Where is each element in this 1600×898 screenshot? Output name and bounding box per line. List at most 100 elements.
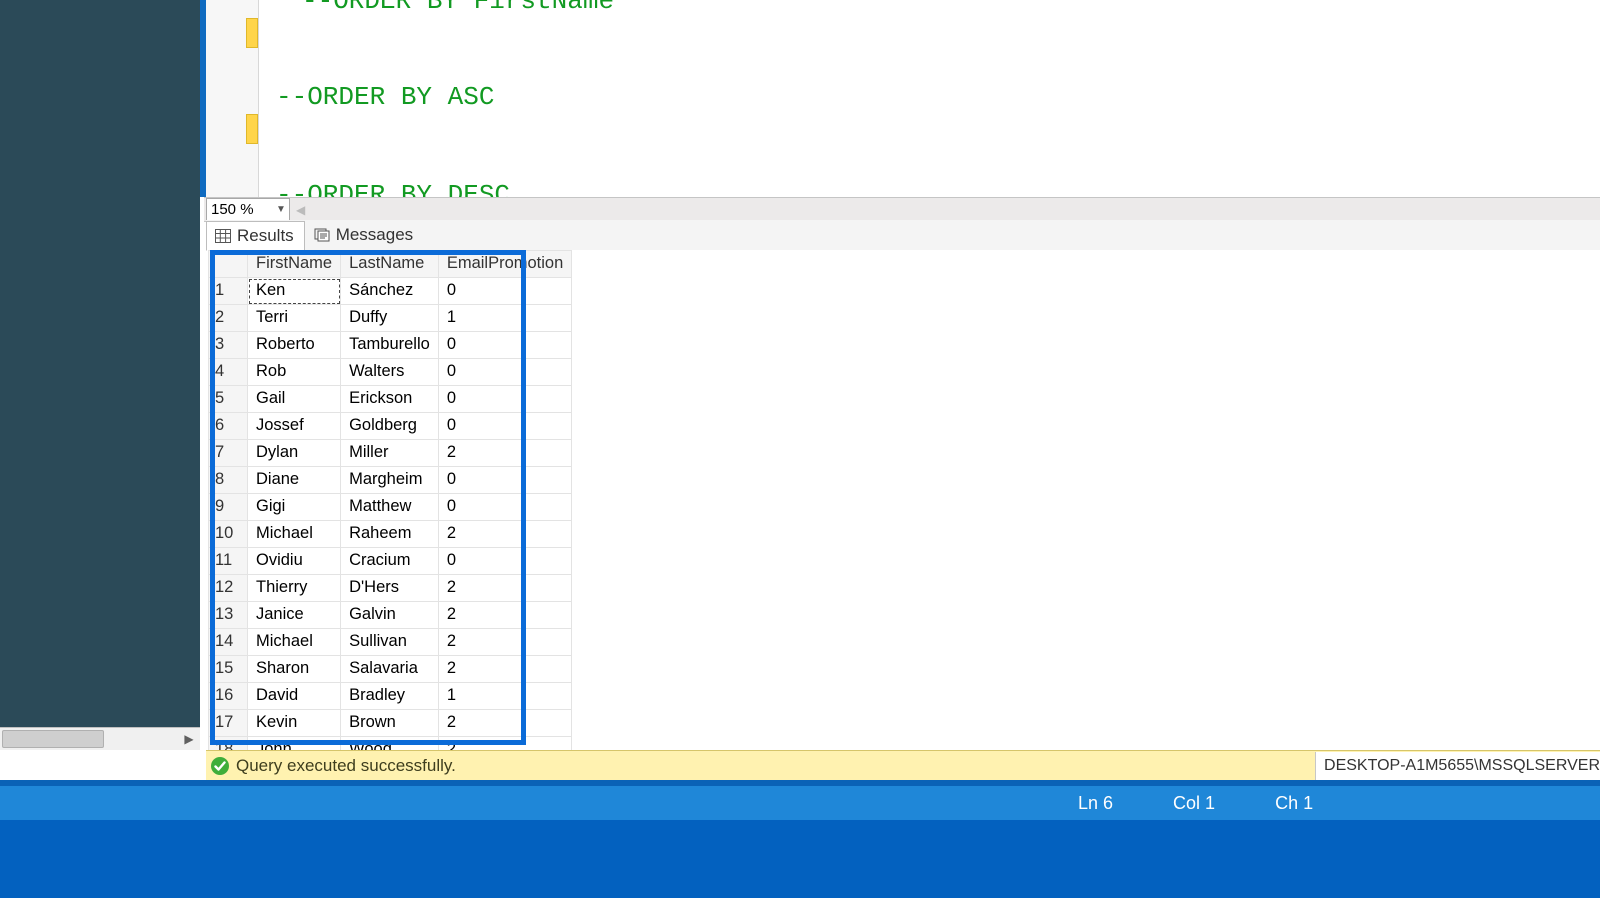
row-number-cell[interactable]: 11: [209, 548, 248, 575]
cell-firstname[interactable]: Gail: [248, 386, 341, 413]
cell-emailpromotion[interactable]: 1: [438, 305, 571, 332]
column-header-firstname[interactable]: FirstName: [248, 251, 341, 278]
table-row[interactable]: 8DianeMargheim0: [209, 467, 572, 494]
explorer-hscroll-right[interactable]: ▶: [180, 730, 198, 748]
row-number-cell[interactable]: 10: [209, 521, 248, 548]
cell-firstname[interactable]: Rob: [248, 359, 341, 386]
cell-firstname[interactable]: Roberto: [248, 332, 341, 359]
cell-emailpromotion[interactable]: 2: [438, 629, 571, 656]
table-row[interactable]: 13JaniceGalvin2: [209, 602, 572, 629]
cell-lastname[interactable]: Sullivan: [341, 629, 439, 656]
row-number-cell[interactable]: 2: [209, 305, 248, 332]
table-row[interactable]: 7DylanMiller2: [209, 440, 572, 467]
row-number-cell[interactable]: 5: [209, 386, 248, 413]
cell-lastname[interactable]: Salavaria: [341, 656, 439, 683]
column-header-lastname[interactable]: LastName: [341, 251, 439, 278]
cell-firstname[interactable]: Sharon: [248, 656, 341, 683]
cell-firstname[interactable]: Michael: [248, 521, 341, 548]
row-number-cell[interactable]: 15: [209, 656, 248, 683]
row-number-cell[interactable]: 7: [209, 440, 248, 467]
editor-text-area[interactable]: --ORDER BY FirstName --ORDER BY ASC --OR…: [276, 0, 1600, 170]
row-number-cell[interactable]: 13: [209, 602, 248, 629]
cell-lastname[interactable]: Raheem: [341, 521, 439, 548]
zoom-select[interactable]: 150 % ▼: [206, 198, 290, 221]
table-row[interactable]: 5GailErickson0: [209, 386, 572, 413]
table-row[interactable]: 1KenSánchez0: [209, 278, 572, 305]
cell-emailpromotion[interactable]: 0: [438, 278, 571, 305]
cell-firstname[interactable]: Jossef: [248, 413, 341, 440]
cell-emailpromotion[interactable]: 2: [438, 440, 571, 467]
row-number-cell[interactable]: 4: [209, 359, 248, 386]
sql-editor[interactable]: --ORDER BY FirstName --ORDER BY ASC --OR…: [200, 0, 1600, 197]
editor-line[interactable]: --ORDER BY FirstName: [302, 0, 614, 18]
cell-emailpromotion[interactable]: 0: [438, 359, 571, 386]
cell-lastname[interactable]: Bradley: [341, 683, 439, 710]
cell-lastname[interactable]: Erickson: [341, 386, 439, 413]
cell-firstname[interactable]: Michael: [248, 629, 341, 656]
cell-emailpromotion[interactable]: 0: [438, 413, 571, 440]
row-number-cell[interactable]: 16: [209, 683, 248, 710]
table-row[interactable]: 10MichaelRaheem2: [209, 521, 572, 548]
cell-lastname[interactable]: D'Hers: [341, 575, 439, 602]
cell-lastname[interactable]: Miller: [341, 440, 439, 467]
row-number-header[interactable]: [209, 251, 248, 278]
cell-emailpromotion[interactable]: 0: [438, 494, 571, 521]
cell-lastname[interactable]: Margheim: [341, 467, 439, 494]
row-number-cell[interactable]: 3: [209, 332, 248, 359]
row-number-cell[interactable]: 1: [209, 278, 248, 305]
cell-emailpromotion[interactable]: 2: [438, 602, 571, 629]
cell-firstname[interactable]: Ken: [248, 278, 341, 305]
cell-firstname[interactable]: Gigi: [248, 494, 341, 521]
cell-emailpromotion[interactable]: 2: [438, 710, 571, 737]
table-row[interactable]: 14MichaelSullivan2: [209, 629, 572, 656]
cell-firstname[interactable]: Kevin: [248, 710, 341, 737]
explorer-hscroll[interactable]: ▶: [0, 727, 200, 750]
explorer-hscroll-thumb[interactable]: [2, 730, 104, 748]
table-row[interactable]: 12ThierryD'Hers2: [209, 575, 572, 602]
tab-results[interactable]: Results: [206, 221, 305, 251]
row-number-cell[interactable]: 6: [209, 413, 248, 440]
cell-emailpromotion[interactable]: 0: [438, 332, 571, 359]
row-number-cell[interactable]: 14: [209, 629, 248, 656]
cell-firstname[interactable]: Ovidiu: [248, 548, 341, 575]
cell-lastname[interactable]: Galvin: [341, 602, 439, 629]
cell-lastname[interactable]: Tamburello: [341, 332, 439, 359]
cell-firstname[interactable]: Thierry: [248, 575, 341, 602]
table-row[interactable]: 16DavidBradley1: [209, 683, 572, 710]
cell-emailpromotion[interactable]: 2: [438, 656, 571, 683]
cell-lastname[interactable]: Walters: [341, 359, 439, 386]
column-header-emailpromotion[interactable]: EmailPromotion: [438, 251, 571, 278]
tab-messages[interactable]: Messages: [305, 220, 424, 250]
table-row[interactable]: 6JossefGoldberg0: [209, 413, 572, 440]
row-number-cell[interactable]: 9: [209, 494, 248, 521]
cell-emailpromotion[interactable]: 2: [438, 575, 571, 602]
cell-firstname[interactable]: David: [248, 683, 341, 710]
cell-lastname[interactable]: Brown: [341, 710, 439, 737]
cell-lastname[interactable]: Cracium: [341, 548, 439, 575]
cell-firstname[interactable]: Janice: [248, 602, 341, 629]
table-row[interactable]: 2TerriDuffy1: [209, 305, 572, 332]
editor-line[interactable]: --ORDER BY ASC: [276, 80, 494, 114]
cell-lastname[interactable]: Duffy: [341, 305, 439, 332]
row-number-cell[interactable]: 12: [209, 575, 248, 602]
cell-emailpromotion[interactable]: 0: [438, 467, 571, 494]
table-row[interactable]: 17KevinBrown2: [209, 710, 572, 737]
table-row[interactable]: 4RobWalters0: [209, 359, 572, 386]
results-grid[interactable]: FirstName LastName EmailPromotion 1KenSá…: [208, 250, 572, 791]
table-row[interactable]: 9GigiMatthew0: [209, 494, 572, 521]
cell-firstname[interactable]: Terri: [248, 305, 341, 332]
cell-emailpromotion[interactable]: 2: [438, 521, 571, 548]
cell-emailpromotion[interactable]: 1: [438, 683, 571, 710]
editor-hscroll-left-icon[interactable]: ◀: [296, 203, 305, 217]
cell-lastname[interactable]: Goldberg: [341, 413, 439, 440]
cell-emailpromotion[interactable]: 0: [438, 548, 571, 575]
table-row[interactable]: 15SharonSalavaria2: [209, 656, 572, 683]
row-number-cell[interactable]: 17: [209, 710, 248, 737]
row-number-cell[interactable]: 8: [209, 467, 248, 494]
cell-firstname[interactable]: Dylan: [248, 440, 341, 467]
table-row[interactable]: 3RobertoTamburello0: [209, 332, 572, 359]
table-row[interactable]: 11OvidiuCracium0: [209, 548, 572, 575]
cell-lastname[interactable]: Sánchez: [341, 278, 439, 305]
cell-emailpromotion[interactable]: 0: [438, 386, 571, 413]
cell-lastname[interactable]: Matthew: [341, 494, 439, 521]
